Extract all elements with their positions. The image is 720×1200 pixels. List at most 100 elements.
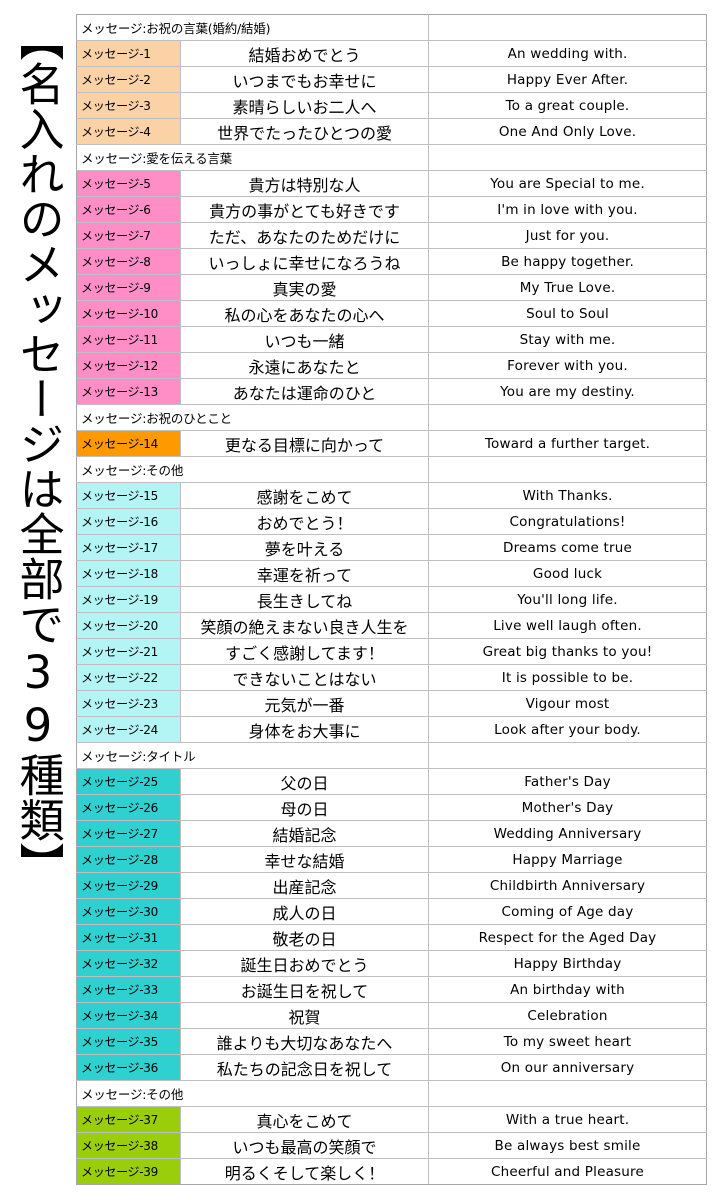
table-row: メッセージ-18 幸運を祈って Good luck — [76, 560, 707, 587]
message-japanese-cell: 更なる目標に向かって — [180, 430, 430, 457]
table-row: メッセージ-2 いつまでもお幸せに Happy Ever After. — [76, 66, 707, 93]
message-english-cell: Be always best smile — [428, 1132, 707, 1159]
message-japanese-cell: できないことはない — [180, 664, 430, 691]
message-group-header-row: メッセージ:その他 — [76, 456, 707, 483]
message-english-cell: Be happy together. — [428, 248, 707, 275]
message-japanese-cell: 感謝をこめて — [180, 482, 430, 509]
message-japanese-cell: 母の日 — [180, 794, 430, 821]
message-japanese-cell: すごく感謝してます！ — [180, 638, 430, 665]
message-english-cell: Coming of Age day — [428, 898, 707, 925]
message-japanese-cell: 誕生日おめでとう — [180, 950, 430, 977]
group-label: メッセージ:お祝のひとこと — [76, 404, 430, 431]
message-english-cell: You'll long life. — [428, 586, 707, 613]
group-label: メッセージ:タイトル — [76, 742, 430, 769]
group-label: メッセージ:愛を伝える言葉 — [76, 144, 430, 171]
message-id-cell: メッセージ-14 — [76, 430, 181, 457]
table-row: メッセージ-39 明るくそして楽しく！ Cheerful and Pleasure — [76, 1158, 707, 1185]
message-id-cell: メッセージ-10 — [76, 300, 181, 327]
message-id-cell: メッセージ-24 — [76, 716, 181, 743]
message-japanese-cell: 出産記念 — [180, 872, 430, 899]
message-id-cell: メッセージ-5 — [76, 170, 181, 197]
message-english-cell: Mother's Day — [428, 794, 707, 821]
message-id-cell: メッセージ-39 — [76, 1158, 181, 1185]
group-label: メッセージ:その他 — [76, 1080, 430, 1107]
message-english-cell: Happy Birthday — [428, 950, 707, 977]
message-english-cell: Toward a further target. — [428, 430, 707, 457]
message-english-cell: An birthday with — [428, 976, 707, 1003]
message-japanese-cell: 永遠にあなたと — [180, 352, 430, 379]
table-row: メッセージ-12 永遠にあなたと Forever with you. — [76, 352, 707, 379]
table-row: メッセージ-23 元気が一番 Vigour most — [76, 690, 707, 717]
message-group-header-row: メッセージ:お祝のひとこと — [76, 404, 707, 431]
message-english-cell: With a true heart. — [428, 1106, 707, 1133]
message-english-cell: Just for you. — [428, 222, 707, 249]
message-japanese-cell: 敬老の日 — [180, 924, 430, 951]
message-japanese-cell: いつまでもお幸せに — [180, 66, 430, 93]
message-english-cell: An wedding with. — [428, 40, 707, 67]
message-english-cell: With Thanks. — [428, 482, 707, 509]
message-english-cell: It is possible to be. — [428, 664, 707, 691]
message-table-body: メッセージ:お祝の言葉(婚約/結婚) メッセージ-1 結婚おめでとう An weddi… — [76, 14, 707, 1185]
group-english-spacer — [428, 456, 707, 483]
group-english-spacer — [428, 1080, 707, 1107]
message-id-cell: メッセージ-28 — [76, 846, 181, 873]
table-row: メッセージ-31 敬老の日 Respect for the Aged Day — [76, 924, 707, 951]
message-id-cell: メッセージ-6 — [76, 196, 181, 223]
table-row: メッセージ-37 真心をこめて With a true heart. — [76, 1106, 707, 1133]
message-id-cell: メッセージ-35 — [76, 1028, 181, 1055]
message-id-cell: メッセージ-25 — [76, 768, 181, 795]
message-english-cell: Wedding Anniversary — [428, 820, 707, 847]
message-id-cell: メッセージ-22 — [76, 664, 181, 691]
message-english-cell: You are Special to me. — [428, 170, 707, 197]
message-id-cell: メッセージ-15 — [76, 482, 181, 509]
message-japanese-cell: あなたは運命のひと — [180, 378, 430, 405]
message-japanese-cell: 素晴らしいお二人へ — [180, 92, 430, 119]
vertical-caption: 【名入れのメッセージは全部で39種類】 — [0, 0, 76, 1200]
message-id-cell: メッセージ-21 — [76, 638, 181, 665]
message-japanese-cell: 私たちの記念日を祝して — [180, 1054, 430, 1081]
message-japanese-cell: 貴方の事がとても好きです — [180, 196, 430, 223]
message-id-cell: メッセージ-29 — [76, 872, 181, 899]
message-id-cell: メッセージ-16 — [76, 508, 181, 535]
message-table: メッセージ:お祝の言葉(婚約/結婚) メッセージ-1 結婚おめでとう An weddi… — [76, 14, 708, 1185]
message-english-cell: Happy Ever After. — [428, 66, 707, 93]
table-row: メッセージ-15 感謝をこめて With Thanks. — [76, 482, 707, 509]
message-english-cell: Stay with me. — [428, 326, 707, 353]
message-english-cell: Childbirth Anniversary — [428, 872, 707, 899]
table-row: メッセージ-24 身体をお大事に Look after your body. — [76, 716, 707, 743]
table-row: メッセージ-35 誰よりも大切なあなたへ To my sweet heart — [76, 1028, 707, 1055]
table-row: メッセージ-3 素晴らしいお二人へ To a great couple. — [76, 92, 707, 119]
message-id-cell: メッセージ-3 — [76, 92, 181, 119]
message-id-cell: メッセージ-33 — [76, 976, 181, 1003]
message-english-cell: Live well laugh often. — [428, 612, 707, 639]
message-english-cell: My True Love. — [428, 274, 707, 301]
table-row: メッセージ-8 いっしょに幸せになろうね Be happy together. — [76, 248, 707, 275]
message-id-cell: メッセージ-9 — [76, 274, 181, 301]
table-row: メッセージ-25 父の日 Father's Day — [76, 768, 707, 795]
table-row: メッセージ-21 すごく感謝してます！ Great big thanks to yo… — [76, 638, 707, 665]
message-id-cell: メッセージ-11 — [76, 326, 181, 353]
message-id-cell: メッセージ-20 — [76, 612, 181, 639]
message-english-cell: Good luck — [428, 560, 707, 587]
message-id-cell: メッセージ-1 — [76, 40, 181, 67]
table-row: メッセージ-16 おめでとう！ Congratulations! — [76, 508, 707, 535]
message-english-cell: Happy Marriage — [428, 846, 707, 873]
message-japanese-cell: 夢を叶える — [180, 534, 430, 561]
message-id-cell: メッセージ-7 — [76, 222, 181, 249]
table-row: メッセージ-30 成人の日 Coming of Age day — [76, 898, 707, 925]
group-label: メッセージ:お祝の言葉(婚約/結婚) — [76, 14, 430, 41]
table-row: メッセージ-33 お誕生日を祝して An birthday with — [76, 976, 707, 1003]
table-row: メッセージ-17 夢を叶える Dreams come true — [76, 534, 707, 561]
table-row: メッセージ-22 できないことはない It is possible to be. — [76, 664, 707, 691]
message-id-cell: メッセージ-4 — [76, 118, 181, 145]
message-english-cell: You are my destiny. — [428, 378, 707, 405]
table-row: メッセージ-14 更なる目標に向かって Toward a further targe… — [76, 430, 707, 457]
table-row: メッセージ-1 結婚おめでとう An wedding with. — [76, 40, 707, 67]
group-english-spacer — [428, 144, 707, 171]
table-row: メッセージ-19 長生きしてね You'll long life. — [76, 586, 707, 613]
vertical-caption-text: 【名入れのメッセージは全部で39種類】 — [11, 16, 65, 887]
message-id-cell: メッセージ-31 — [76, 924, 181, 951]
table-row: メッセージ-5 貴方は特別な人 You are Special to me. — [76, 170, 707, 197]
message-id-cell: メッセージ-32 — [76, 950, 181, 977]
message-japanese-cell: 祝賀 — [180, 1002, 430, 1029]
